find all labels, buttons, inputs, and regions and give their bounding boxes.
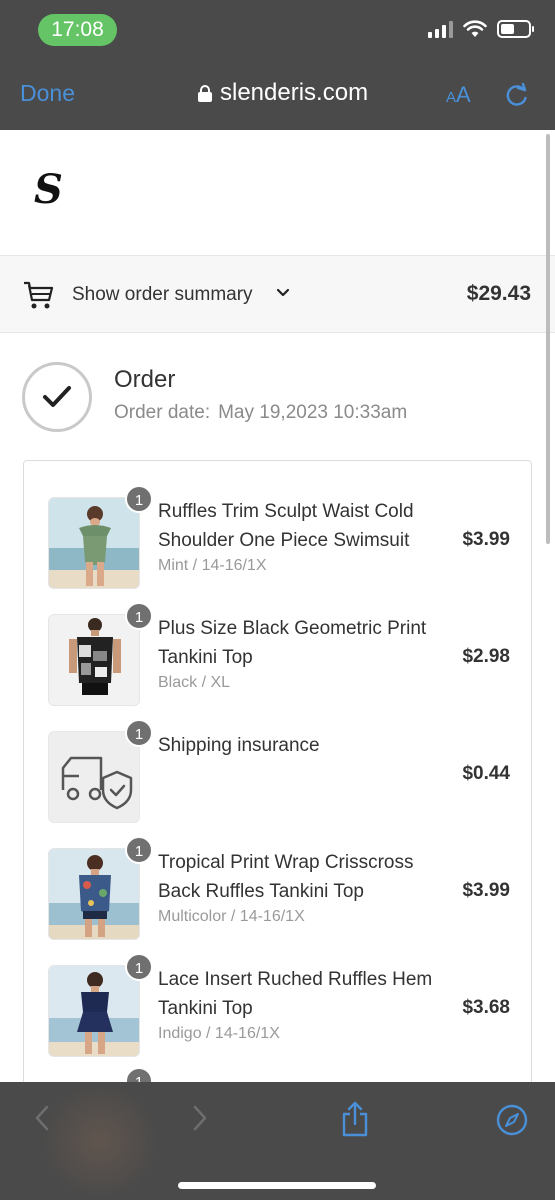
order-confirmed-check-icon bbox=[22, 362, 92, 432]
item-price: $0.44 bbox=[462, 763, 510, 784]
item-price: $3.68 bbox=[462, 997, 510, 1018]
item-variant: Black / XL bbox=[158, 674, 231, 691]
product-thumbnail[interactable] bbox=[48, 497, 140, 589]
list-item[interactable]: 1 Plus Size Black Geometric Print Tankin… bbox=[24, 602, 533, 706]
forward-icon[interactable] bbox=[192, 1104, 208, 1132]
browser-top-chrome: 17:08 Done slenderis.com AA bbox=[0, 0, 555, 130]
store-logo[interactable]: S bbox=[34, 166, 63, 213]
browser-bottom-toolbar bbox=[0, 1082, 555, 1200]
web-page: S Show order summary $29.43 Order Order … bbox=[0, 130, 555, 1082]
list-item[interactable]: 1 Lace Insert Ruched Ruffles Hem Tankini… bbox=[24, 953, 533, 1057]
battery-icon bbox=[497, 20, 534, 38]
item-variant: Indigo / 14-16/1X bbox=[158, 1025, 280, 1042]
page-scrollbar[interactable] bbox=[546, 134, 550, 544]
share-icon[interactable] bbox=[340, 1100, 370, 1138]
item-variant: Multicolor / 14-16/1X bbox=[158, 908, 305, 925]
summary-total: $29.43 bbox=[466, 282, 531, 305]
order-items-list: 1 Ruffles Trim Sculpt Waist Cold Shoulde… bbox=[23, 460, 532, 1082]
reload-icon[interactable] bbox=[504, 82, 530, 108]
text-size-button[interactable]: AA bbox=[446, 82, 471, 108]
item-price: $3.99 bbox=[462, 529, 510, 550]
list-item[interactable]: 1 Tropical Print Wrap Crisscross Back Ru… bbox=[24, 836, 533, 940]
item-name: Tropical Print Wrap Crisscross Back Ruff… bbox=[158, 852, 414, 902]
address-bar[interactable]: slenderis.com bbox=[198, 79, 368, 107]
cellular-signal-icon bbox=[428, 20, 453, 38]
product-thumbnail[interactable] bbox=[48, 614, 140, 706]
done-button[interactable]: Done bbox=[20, 80, 75, 107]
back-icon[interactable] bbox=[34, 1104, 50, 1132]
quantity-badge: 1 bbox=[125, 953, 153, 981]
home-indicator[interactable] bbox=[178, 1182, 376, 1189]
item-price: $3.99 bbox=[462, 880, 510, 901]
item-name: Ruffles Trim Sculpt Waist Cold Shoulder … bbox=[158, 501, 414, 551]
order-date-value: May 19,2023 10:33am bbox=[218, 402, 408, 423]
item-price: $2.98 bbox=[462, 646, 510, 667]
product-thumbnail[interactable] bbox=[48, 848, 140, 940]
item-name: Lace Insert Ruched Ruffles Hem Tankini T… bbox=[158, 969, 433, 1019]
browser-navbar: Done slenderis.com AA bbox=[0, 68, 555, 122]
order-title: Order bbox=[114, 366, 176, 393]
item-name: Shipping insurance bbox=[158, 735, 320, 756]
quantity-badge: 1 bbox=[125, 719, 153, 747]
order-date-label: Order date: bbox=[114, 402, 211, 423]
list-item[interactable]: 1 Shipping insurance $0.44 bbox=[24, 719, 533, 823]
lock-icon bbox=[198, 84, 212, 102]
quantity-badge: 1 bbox=[125, 836, 153, 864]
item-variant: Mint / 14-16/1X bbox=[158, 557, 267, 574]
wifi-icon bbox=[463, 20, 487, 37]
truck-shield-icon bbox=[48, 731, 140, 823]
cart-icon bbox=[24, 281, 54, 309]
compass-icon[interactable] bbox=[496, 1104, 528, 1136]
status-time: 17:08 bbox=[38, 14, 117, 46]
item-name: Plus Size Black Geometric Print Tankini … bbox=[158, 618, 427, 668]
chevron-down-icon bbox=[276, 288, 290, 297]
status-icons bbox=[428, 20, 534, 38]
quantity-badge: 1 bbox=[125, 602, 153, 630]
order-date: Order date: May 19,2023 10:33am bbox=[114, 402, 407, 424]
summary-label: Show order summary bbox=[72, 284, 253, 305]
list-item[interactable]: 1 Ruffles Trim Sculpt Waist Cold Shoulde… bbox=[24, 485, 533, 589]
quantity-badge: 1 bbox=[125, 1067, 153, 1082]
order-summary-toggle[interactable]: Show order summary $29.43 bbox=[0, 255, 555, 333]
blur-overlay bbox=[40, 1082, 160, 1200]
url-text: slenderis.com bbox=[220, 79, 369, 106]
quantity-badge: 1 bbox=[125, 485, 153, 513]
product-thumbnail[interactable] bbox=[48, 965, 140, 1057]
